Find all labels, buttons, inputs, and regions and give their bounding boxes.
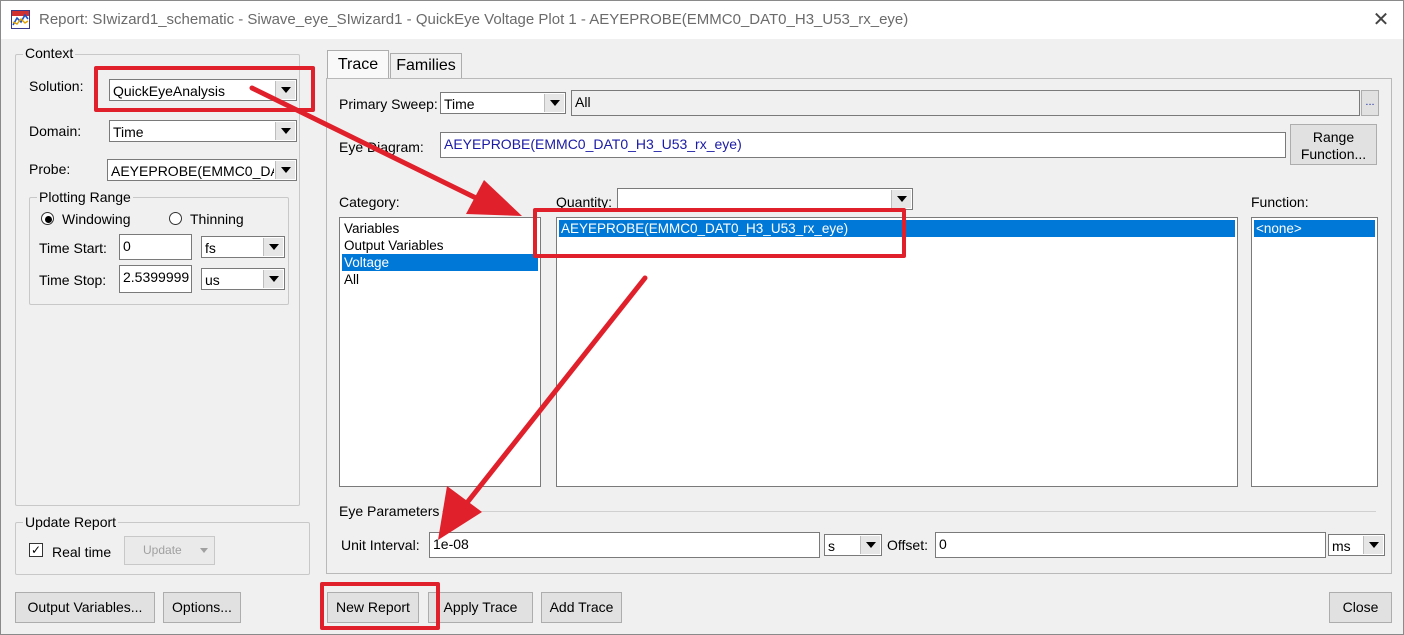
annotation-arrows: [249, 85, 648, 540]
arrow-to-unit-interval: [438, 275, 648, 540]
arrow-to-quantity: [249, 85, 522, 216]
